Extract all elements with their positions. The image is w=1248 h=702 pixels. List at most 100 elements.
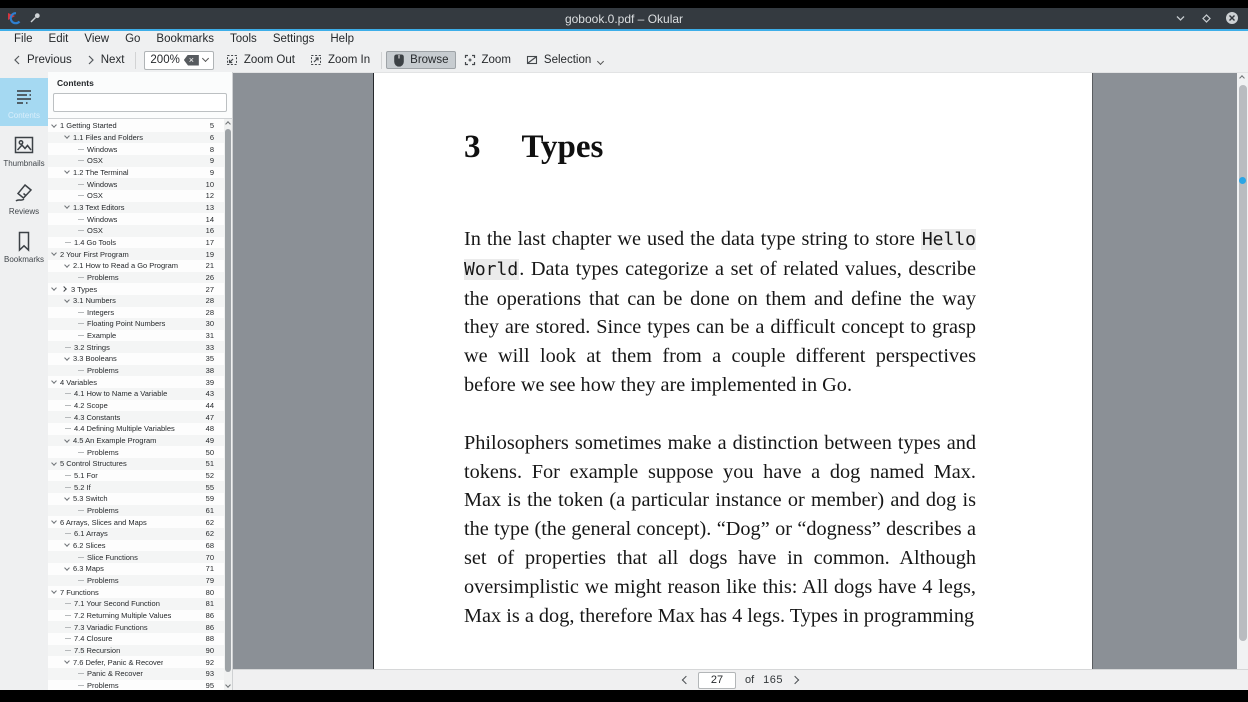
toc-item-label[interactable]: 7.1 Your Second Function (74, 599, 160, 608)
collapse-chevron-icon[interactable] (64, 169, 70, 175)
toc-item-label[interactable]: Windows (87, 145, 117, 154)
toc-item[interactable]: 6 Arrays, Slices and Maps62 (48, 516, 224, 528)
toc-item[interactable]: Windows14 (48, 213, 224, 225)
toc-item[interactable]: 7.3 Variadic Functions86 (48, 621, 224, 633)
previous-page-arrow-icon[interactable] (682, 676, 690, 684)
sidebar-tab-thumbnails[interactable]: Thumbnails (0, 126, 48, 174)
scroll-down-icon[interactable] (225, 682, 231, 688)
collapse-chevron-icon[interactable] (64, 355, 70, 361)
toc-item-label[interactable]: 7.4 Closure (74, 634, 112, 643)
toc-item-label[interactable]: Example (87, 331, 116, 340)
toc-item[interactable]: 4.4 Defining Multiple Variables48 (48, 423, 224, 435)
toc-item[interactable]: 3.1 Numbers28 (48, 295, 224, 307)
sidebar-tab-contents[interactable]: Contents (0, 78, 48, 126)
toc-item[interactable]: Windows8 (48, 143, 224, 155)
toc-item[interactable]: 4.5 An Example Program49 (48, 435, 224, 447)
toc-item-label[interactable]: Problems (87, 366, 119, 375)
selection-tool-button[interactable]: Selection (518, 51, 610, 69)
toc-item[interactable]: Floating Point Numbers30 (48, 318, 224, 330)
toc-item-label[interactable]: 4 Variables (60, 378, 97, 387)
toc-item-label[interactable]: 5.2 If (74, 483, 91, 492)
contents-search-input[interactable] (53, 93, 227, 112)
toc-item-label[interactable]: Problems (87, 506, 119, 515)
maximize-button[interactable] (1198, 10, 1214, 26)
toc-item[interactable]: Problems26 (48, 272, 224, 284)
toc-item[interactable]: 7.1 Your Second Function81 (48, 598, 224, 610)
toc-item[interactable]: 5.3 Switch59 (48, 493, 224, 505)
collapse-chevron-icon[interactable] (51, 378, 57, 384)
toc-item[interactable]: Problems50 (48, 446, 224, 458)
zoom-in-button[interactable]: Zoom In (302, 51, 377, 69)
scrollbar-thumb[interactable] (225, 129, 231, 672)
toc-item-label[interactable]: 6.1 Arrays (74, 529, 108, 538)
toc-item[interactable]: 1.2 The Terminal9 (48, 167, 224, 179)
toc-item[interactable]: 5.1 For52 (48, 470, 224, 482)
toc-item-label[interactable]: Floating Point Numbers (87, 319, 165, 328)
collapse-chevron-icon[interactable] (51, 460, 57, 466)
toc-item[interactable]: OSX9 (48, 155, 224, 167)
toc-item-label[interactable]: 4.3 Constants (74, 413, 120, 422)
clear-text-icon[interactable]: × (184, 55, 199, 66)
toc-item-label[interactable]: 6.2 Slices (73, 541, 106, 550)
toc-item-label[interactable]: 6.3 Maps (73, 564, 104, 573)
collapse-chevron-icon[interactable] (51, 518, 57, 524)
toc-item-label[interactable]: 2.1 How to Read a Go Program (73, 261, 178, 270)
toc-item-label[interactable]: 3.2 Strings (74, 343, 110, 352)
toc-item-label[interactable]: 1 Getting Started (60, 121, 117, 130)
browse-tool-button[interactable]: Browse (386, 51, 455, 69)
toc-item-label[interactable]: Panic & Recover (87, 669, 143, 678)
toc-item[interactable]: 4.1 How to Name a Variable43 (48, 388, 224, 400)
toc-item-label[interactable]: Problems (87, 576, 119, 585)
next-page-button[interactable]: Next (79, 52, 132, 68)
toc-item-label[interactable]: Problems (87, 273, 119, 282)
next-page-arrow-icon[interactable] (791, 676, 799, 684)
toc-item-label[interactable]: OSX (87, 226, 103, 235)
menu-help[interactable]: Help (322, 31, 362, 48)
toc-item-label[interactable]: 5.1 For (74, 471, 98, 480)
collapse-chevron-icon[interactable] (64, 495, 70, 501)
menu-edit[interactable]: Edit (41, 31, 77, 48)
document-scrollbar[interactable] (1237, 73, 1248, 669)
toc-item-label[interactable]: 7.6 Defer, Panic & Recover (73, 658, 163, 667)
toc-item[interactable]: 1.3 Text Editors13 (48, 202, 224, 214)
menu-file[interactable]: File (6, 31, 41, 48)
menu-go[interactable]: Go (117, 31, 148, 48)
toc-item-label[interactable]: 3 Types (71, 285, 97, 294)
toc-item[interactable]: 4.3 Constants47 (48, 411, 224, 423)
collapse-chevron-icon[interactable] (64, 658, 70, 664)
toc-item-label[interactable]: 4.2 Scope (74, 401, 108, 410)
toc-item-label[interactable]: OSX (87, 156, 103, 165)
menu-tools[interactable]: Tools (222, 31, 265, 48)
scrollbar-thumb[interactable] (1239, 85, 1247, 641)
toc-item-label[interactable]: 5 Control Structures (60, 459, 127, 468)
collapse-chevron-icon[interactable] (51, 285, 57, 291)
previous-page-button[interactable]: Previous (5, 52, 79, 68)
toc-item[interactable]: 2 Your First Program19 (48, 248, 224, 260)
contents-scrollbar[interactable] (224, 119, 232, 690)
toc-item[interactable]: OSX12 (48, 190, 224, 202)
toc-item[interactable]: 3.3 Booleans35 (48, 353, 224, 365)
toc-item-label[interactable]: 7.3 Variadic Functions (74, 623, 148, 632)
toc-item-label[interactable]: 2 Your First Program (60, 250, 129, 259)
toc-item-label[interactable]: 3.1 Numbers (73, 296, 116, 305)
toc-item-label[interactable]: Windows (87, 180, 117, 189)
collapse-chevron-icon[interactable] (64, 262, 70, 268)
toc-item[interactable]: 1.1 Files and Folders6 (48, 132, 224, 144)
toc-item[interactable]: 5 Control Structures51 (48, 458, 224, 470)
toc-item[interactable]: 3 Types27 (48, 283, 224, 295)
zoom-tool-button[interactable]: Zoom (456, 51, 518, 69)
toc-item-label[interactable]: Problems (87, 681, 119, 690)
toc-item[interactable]: Problems61 (48, 505, 224, 517)
scroll-up-icon[interactable] (225, 121, 231, 127)
collapse-chevron-icon[interactable] (64, 437, 70, 443)
toc-item[interactable]: 4 Variables39 (48, 376, 224, 388)
collapse-chevron-icon[interactable] (64, 542, 70, 548)
toc-item-label[interactable]: 7.5 Recursion (74, 646, 120, 655)
current-page-input[interactable] (698, 672, 736, 689)
toc-item[interactable]: 5.2 If55 (48, 481, 224, 493)
toc-item[interactable]: 7.6 Defer, Panic & Recover92 (48, 656, 224, 668)
toc-item-label[interactable]: 5.3 Switch (73, 494, 108, 503)
toc-item[interactable]: 6.1 Arrays62 (48, 528, 224, 540)
toc-item-label[interactable]: 1.4 Go Tools (74, 238, 116, 247)
scroll-up-icon[interactable] (1239, 75, 1245, 81)
